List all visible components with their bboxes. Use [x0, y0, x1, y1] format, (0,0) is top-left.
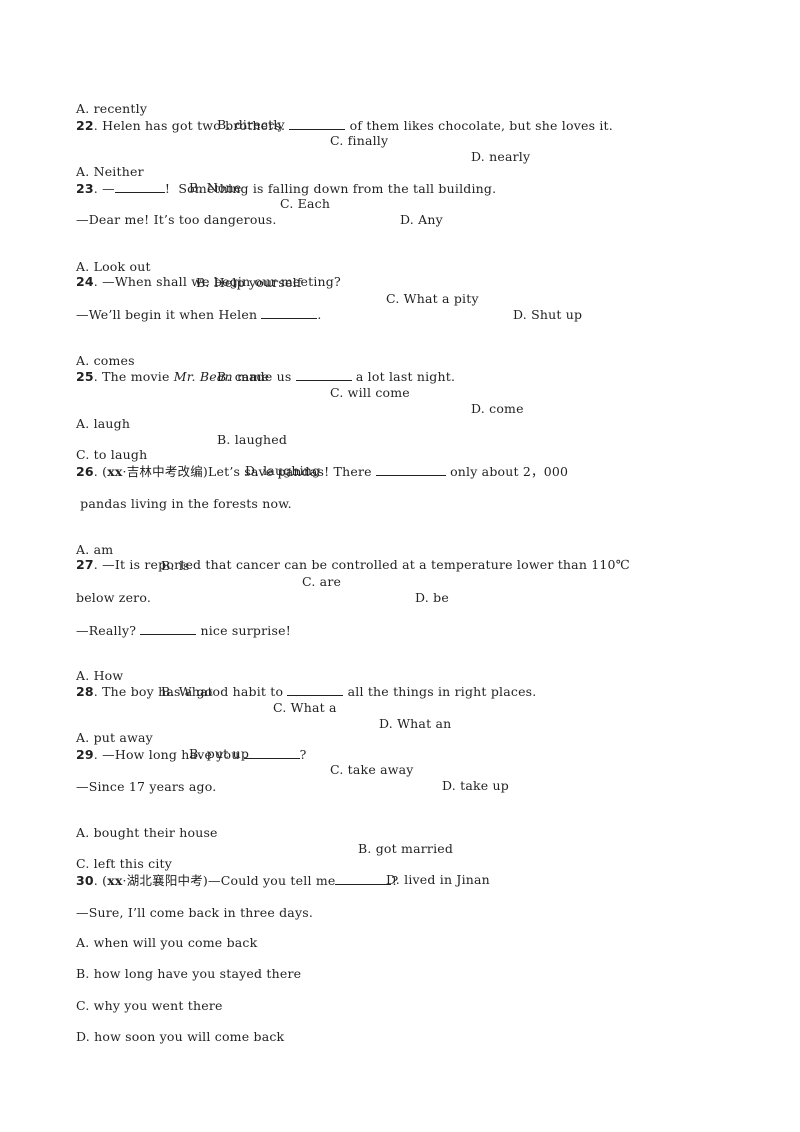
- question-number: 23: [76, 181, 94, 196]
- question-number: 22: [76, 118, 94, 133]
- movie-title: Mr. Bean: [173, 369, 233, 384]
- source-label: ·吉林中考改编): [122, 464, 208, 479]
- answer-blank: [261, 306, 318, 319]
- q29-reply: —Since 17 years ago.: [76, 779, 217, 794]
- option-c: C. to laugh: [76, 447, 148, 462]
- q26-stem-cont: pandas living in the forests now.: [76, 496, 292, 511]
- q23-options: A. Look out B. Help yourself C. What a p…: [76, 243, 716, 339]
- option-a: A. am: [76, 542, 114, 557]
- question-number: 29: [76, 747, 94, 762]
- answer-blank: [140, 622, 197, 635]
- source-year: xx: [107, 464, 123, 479]
- question-number: 25: [76, 369, 94, 384]
- q24-reply: —We’ll begin it when Helen .: [76, 306, 322, 322]
- option-a: A. laugh: [76, 416, 131, 431]
- option-a: A. Neither: [76, 164, 144, 179]
- q30-stem: 30. (xx·湖北襄阳中考)—Could you tell me?: [76, 872, 399, 888]
- question-number: 24: [76, 274, 94, 289]
- option-d: D. Any: [400, 212, 443, 227]
- q29-stem: 29. —How long have you ?: [76, 746, 307, 762]
- q26-stem: 26. (xx·吉林中考改编)Let’s save pandas! There …: [76, 463, 569, 479]
- answer-blank: [289, 117, 346, 130]
- question-number: 27: [76, 557, 94, 572]
- q25-stem: 25. The movie Mr. Bean made us a lot las…: [76, 368, 456, 384]
- q23-stem: 23. —! Something is falling down from th…: [76, 180, 497, 196]
- q27-reply: —Really? nice surprise!: [76, 622, 291, 638]
- option-c: C. why you went there: [76, 998, 223, 1013]
- option-a: A. comes: [76, 353, 135, 368]
- option-b: B. how long have you stayed there: [76, 966, 302, 981]
- option-a: A. recently: [76, 101, 148, 116]
- option-d: D. lived in Jinan: [386, 872, 490, 887]
- option-d: D. Shut up: [513, 307, 583, 322]
- q27-stem-cont: below zero.: [76, 590, 152, 605]
- option-c: C. finally: [330, 133, 389, 148]
- option-a: A. bought their house: [76, 825, 218, 840]
- option-d: D. take up: [442, 778, 509, 793]
- answer-blank: [243, 746, 300, 759]
- q22-stem: 22. Helen has got two brothers. of them …: [76, 117, 613, 133]
- option-c: C. will come: [330, 385, 410, 400]
- q26-options: A. am B. is C. are D. be: [76, 526, 716, 622]
- option-c: C. Each: [280, 196, 331, 211]
- q27-stem: 27. —It is reported that cancer can be c…: [76, 557, 630, 572]
- option-c: C. take away: [330, 762, 414, 777]
- source-label: ·湖北襄阳中考): [122, 873, 208, 888]
- answer-blank: [295, 368, 352, 381]
- answer-blank: [335, 872, 392, 885]
- option-d: D. be: [415, 590, 449, 605]
- q23-reply: —Dear me! It’s too dangerous.: [76, 212, 277, 227]
- source-year: xx: [107, 873, 123, 888]
- option-a: A. Look out: [76, 259, 151, 274]
- option-c: C. What a pity: [386, 291, 479, 306]
- option-c: C. left this city: [76, 856, 173, 871]
- option-a: A. How: [76, 668, 124, 683]
- question-number: 28: [76, 684, 94, 699]
- option-c: C. are: [302, 574, 342, 589]
- question-number: 30: [76, 873, 94, 888]
- answer-blank: [375, 463, 446, 476]
- q24-stem: 24. —When shall we begin our meeting?: [76, 274, 341, 289]
- question-number: 26: [76, 464, 94, 479]
- answer-blank: [114, 180, 165, 193]
- answer-blank: [287, 683, 344, 696]
- option-a: A. put away: [76, 730, 153, 745]
- option-d: D. how soon you will come back: [76, 1029, 285, 1044]
- option-a: A. when will you come back: [76, 935, 258, 950]
- q30-reply: —Sure, I’ll come back in three days.: [76, 905, 314, 920]
- q28-stem: 28. The boy has a good habit to all the …: [76, 683, 537, 699]
